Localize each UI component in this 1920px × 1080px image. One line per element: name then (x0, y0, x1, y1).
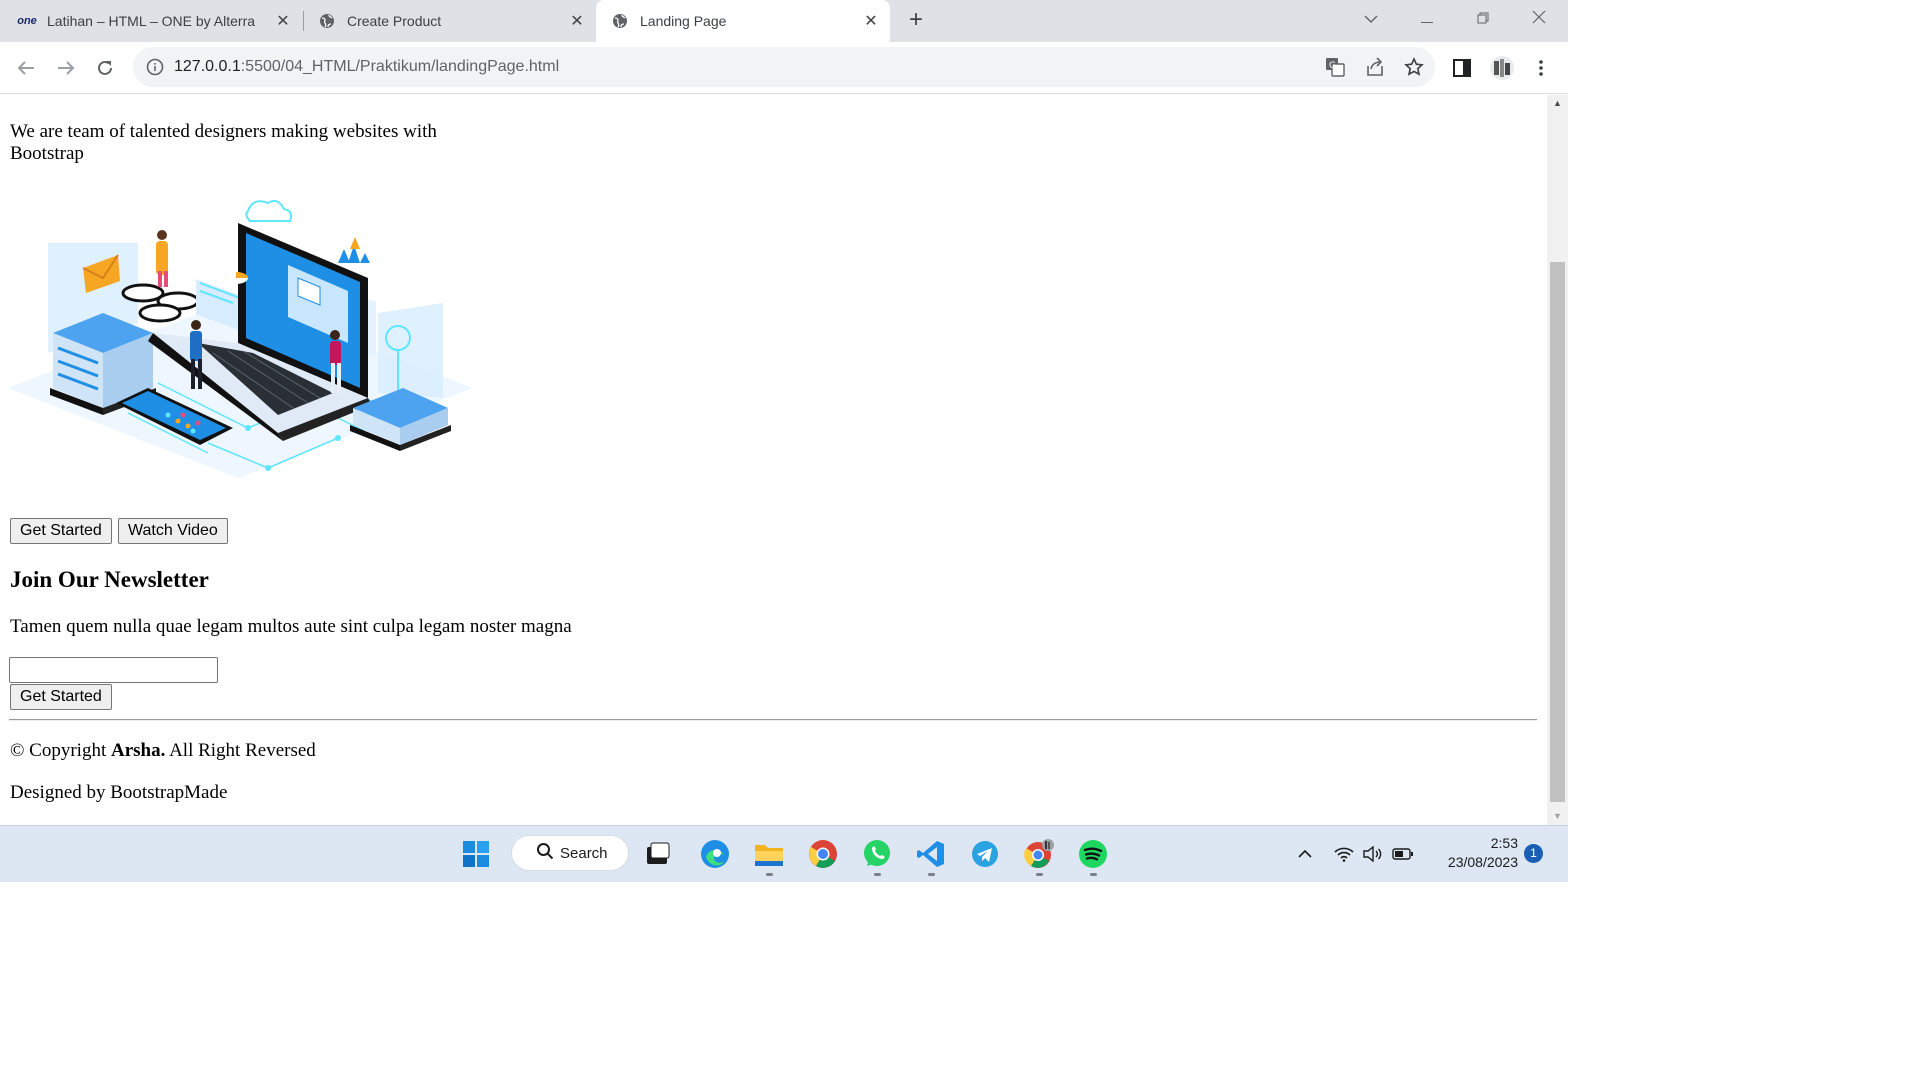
tab-landing-page[interactable]: Landing Page ✕ (596, 0, 890, 42)
copyright-prefix: © Copyright (10, 740, 107, 761)
edge-browser-icon[interactable] (697, 836, 733, 872)
close-icon[interactable]: ✕ (272, 11, 294, 31)
search-label: Search (560, 844, 608, 862)
side-panel-icon[interactable] (1448, 54, 1476, 82)
share-icon[interactable] (1365, 57, 1385, 82)
vscode-icon[interactable] (913, 836, 949, 872)
watch-video-button[interactable]: Watch Video (118, 518, 228, 544)
running-indicator (874, 873, 881, 876)
globe-icon (319, 13, 335, 29)
search-icon (536, 842, 554, 864)
close-icon[interactable]: ✕ (566, 11, 588, 31)
brand-name: Arsha. (111, 740, 166, 761)
copyright-text: © Copyright Arsha. All Right Reversed (10, 740, 316, 762)
page-scrollbar[interactable]: ▲ ▼ (1547, 95, 1568, 825)
back-arrow-icon[interactable] (12, 54, 40, 82)
notification-badge[interactable]: 1 (1524, 844, 1543, 863)
forward-arrow-icon[interactable] (52, 54, 80, 82)
scroll-thumb[interactable] (1550, 262, 1565, 802)
tab-title: Create Product (347, 13, 442, 29)
newsletter-description: Tamen quem nulla quae legam multos aute … (10, 616, 572, 637)
running-indicator (766, 873, 773, 876)
clock-date: 23/08/2023 (1447, 854, 1518, 870)
tab-strip: one Latihan – HTML – ONE by Alterra ✕ Cr… (0, 0, 1568, 42)
spotify-icon[interactable] (1075, 836, 1111, 872)
hero-tagline: We are team of talented designers making… (10, 121, 437, 164)
reload-icon[interactable] (91, 54, 119, 82)
browser-toolbar: 127.0.0.1:5500/04_HTML/Praktikum/landing… (0, 42, 1568, 94)
running-indicator (928, 873, 935, 876)
chrome-icon[interactable] (805, 836, 841, 872)
profile-avatar[interactable] (1488, 54, 1516, 82)
scroll-down-arrow-icon[interactable]: ▼ (1547, 808, 1568, 825)
volume-icon[interactable] (1361, 843, 1383, 865)
chrome-profile-icon[interactable] (1021, 836, 1057, 872)
taskbar-search[interactable]: Search (511, 835, 629, 871)
newsletter-email-input[interactable] (9, 657, 218, 683)
bookmark-star-icon[interactable] (1404, 57, 1424, 82)
close-window-button[interactable] (1519, 6, 1559, 34)
url-path: :5500/04_HTML/Praktikum/landingPage.html (240, 58, 560, 75)
copyright-suffix: All Right Reversed (169, 740, 316, 761)
designed-by-text: Designed by BootstrapMade (10, 782, 228, 803)
tab-search-icon[interactable] (1351, 6, 1391, 34)
taskbar: Search 2:53 23/08/2023 1 (0, 825, 1568, 882)
file-explorer-icon[interactable] (751, 836, 787, 872)
page-viewport: We are team of talented designers making… (0, 95, 1547, 825)
newsletter-submit-button[interactable]: Get Started (10, 684, 112, 710)
svg-text:G: G (1329, 61, 1336, 71)
wifi-icon[interactable] (1333, 843, 1355, 865)
footer-divider (9, 719, 1537, 721)
running-indicator (1036, 873, 1043, 876)
windows-start-icon[interactable] (458, 836, 494, 872)
more-menu-icon[interactable] (1527, 54, 1555, 82)
get-started-button[interactable]: Get Started (10, 518, 112, 544)
site-info-icon[interactable] (146, 58, 164, 81)
one-logo-icon: one (17, 15, 37, 27)
tab-title: Landing Page (640, 13, 727, 29)
show-hidden-icons-chevron-icon[interactable] (1294, 843, 1316, 865)
globe-icon (612, 13, 628, 29)
address-bar[interactable]: 127.0.0.1:5500/04_HTML/Praktikum/landing… (133, 47, 1435, 87)
minimize-button[interactable] (1407, 6, 1447, 34)
translate-icon[interactable]: G (1325, 57, 1345, 82)
telegram-icon[interactable] (967, 836, 1003, 872)
clock-time: 2:53 (1490, 835, 1518, 851)
running-indicator (1090, 873, 1097, 876)
scroll-up-arrow-icon[interactable]: ▲ (1547, 95, 1568, 112)
newsletter-title: Join Our Newsletter (10, 567, 209, 592)
task-view-icon[interactable] (640, 836, 676, 872)
restore-button[interactable] (1463, 6, 1503, 34)
url-host: 127.0.0.1 (174, 58, 241, 75)
tab-title: Latihan – HTML – ONE by Alterra (47, 13, 256, 29)
battery-icon[interactable] (1392, 843, 1414, 865)
clock[interactable]: 2:53 23/08/2023 (1426, 834, 1518, 872)
url-text[interactable]: 127.0.0.1:5500/04_HTML/Praktikum/landing… (174, 58, 559, 76)
tab-create-product[interactable]: Create Product ✕ (300, 0, 596, 42)
hero-illustration (8, 200, 473, 478)
new-tab-button[interactable]: + (902, 6, 930, 34)
close-icon[interactable]: ✕ (860, 11, 882, 31)
whatsapp-icon[interactable] (859, 836, 895, 872)
tab-latihan[interactable]: one Latihan – HTML – ONE by Alterra ✕ (0, 0, 302, 42)
